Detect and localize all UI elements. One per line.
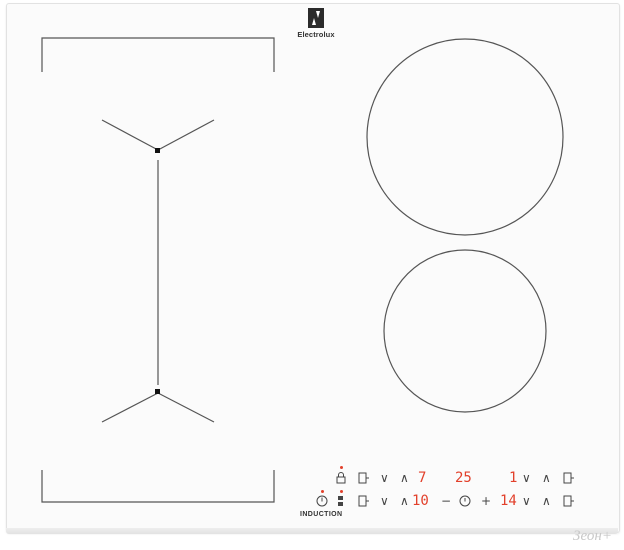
zone-2-power-display: 10: [412, 493, 429, 509]
induction-label: INDUCTION: [300, 511, 343, 518]
timer-display: 25: [455, 470, 472, 486]
lock-icon: [336, 472, 346, 484]
zone-4-power-display: 14: [500, 493, 517, 509]
power-indicator-dot: [321, 490, 324, 493]
zone-2-select-button[interactable]: [358, 495, 370, 510]
bridge-zone-upper-marker: [155, 148, 160, 153]
zone-select-icon: [563, 472, 574, 484]
timer-minus-button[interactable]: −: [441, 494, 451, 508]
zone-4-increase-button[interactable]: ∧: [542, 494, 551, 508]
lock-button[interactable]: [336, 472, 346, 487]
bridge-zone-upper-right-line: [157, 119, 215, 151]
zone-1-decrease-button[interactable]: ∨: [380, 471, 389, 485]
lock-indicator-dot: [340, 466, 343, 469]
zone-select-icon: [358, 495, 369, 507]
timer-button[interactable]: [459, 495, 471, 510]
zone-2-increase-button[interactable]: ∧: [400, 494, 409, 508]
zone-3-increase-button[interactable]: ∧: [542, 471, 551, 485]
zone-2-decrease-button[interactable]: ∨: [380, 494, 389, 508]
watermark: Зеон+: [573, 528, 612, 544]
power-button[interactable]: [316, 495, 328, 510]
bridge-zone-lower-right-line: [157, 392, 215, 423]
bridge-zone-bottom-corner: [41, 470, 275, 503]
cooking-zone-large: [366, 38, 564, 236]
zone-3-select-button[interactable]: [563, 472, 575, 487]
bridge-icon: [338, 496, 343, 506]
zone-1-increase-button[interactable]: ∧: [400, 471, 409, 485]
bridge-button[interactable]: [336, 495, 346, 510]
zone-3-decrease-button[interactable]: ∨: [522, 471, 531, 485]
zone-select-icon: [358, 472, 369, 484]
zone-4-decrease-button[interactable]: ∨: [522, 494, 531, 508]
zone-select-icon: [563, 495, 574, 507]
zone-4-select-button[interactable]: [563, 495, 575, 510]
bridge-zone-lower-marker: [155, 389, 160, 394]
timer-icon: [459, 495, 471, 507]
zone-1-select-button[interactable]: [358, 472, 370, 487]
bridge-zone-upper-left-line: [101, 119, 159, 151]
bridge-zone-lower-left-line: [101, 392, 159, 423]
bridge-zone-top-corner: [41, 37, 275, 72]
zone-1-power-display: 7: [418, 470, 427, 486]
power-icon: [316, 495, 328, 507]
zone-3-power-display: 1: [509, 470, 518, 486]
bridge-indicator-dot: [340, 490, 343, 493]
timer-plus-button[interactable]: +: [481, 494, 491, 508]
cooking-zone-small: [383, 249, 547, 413]
